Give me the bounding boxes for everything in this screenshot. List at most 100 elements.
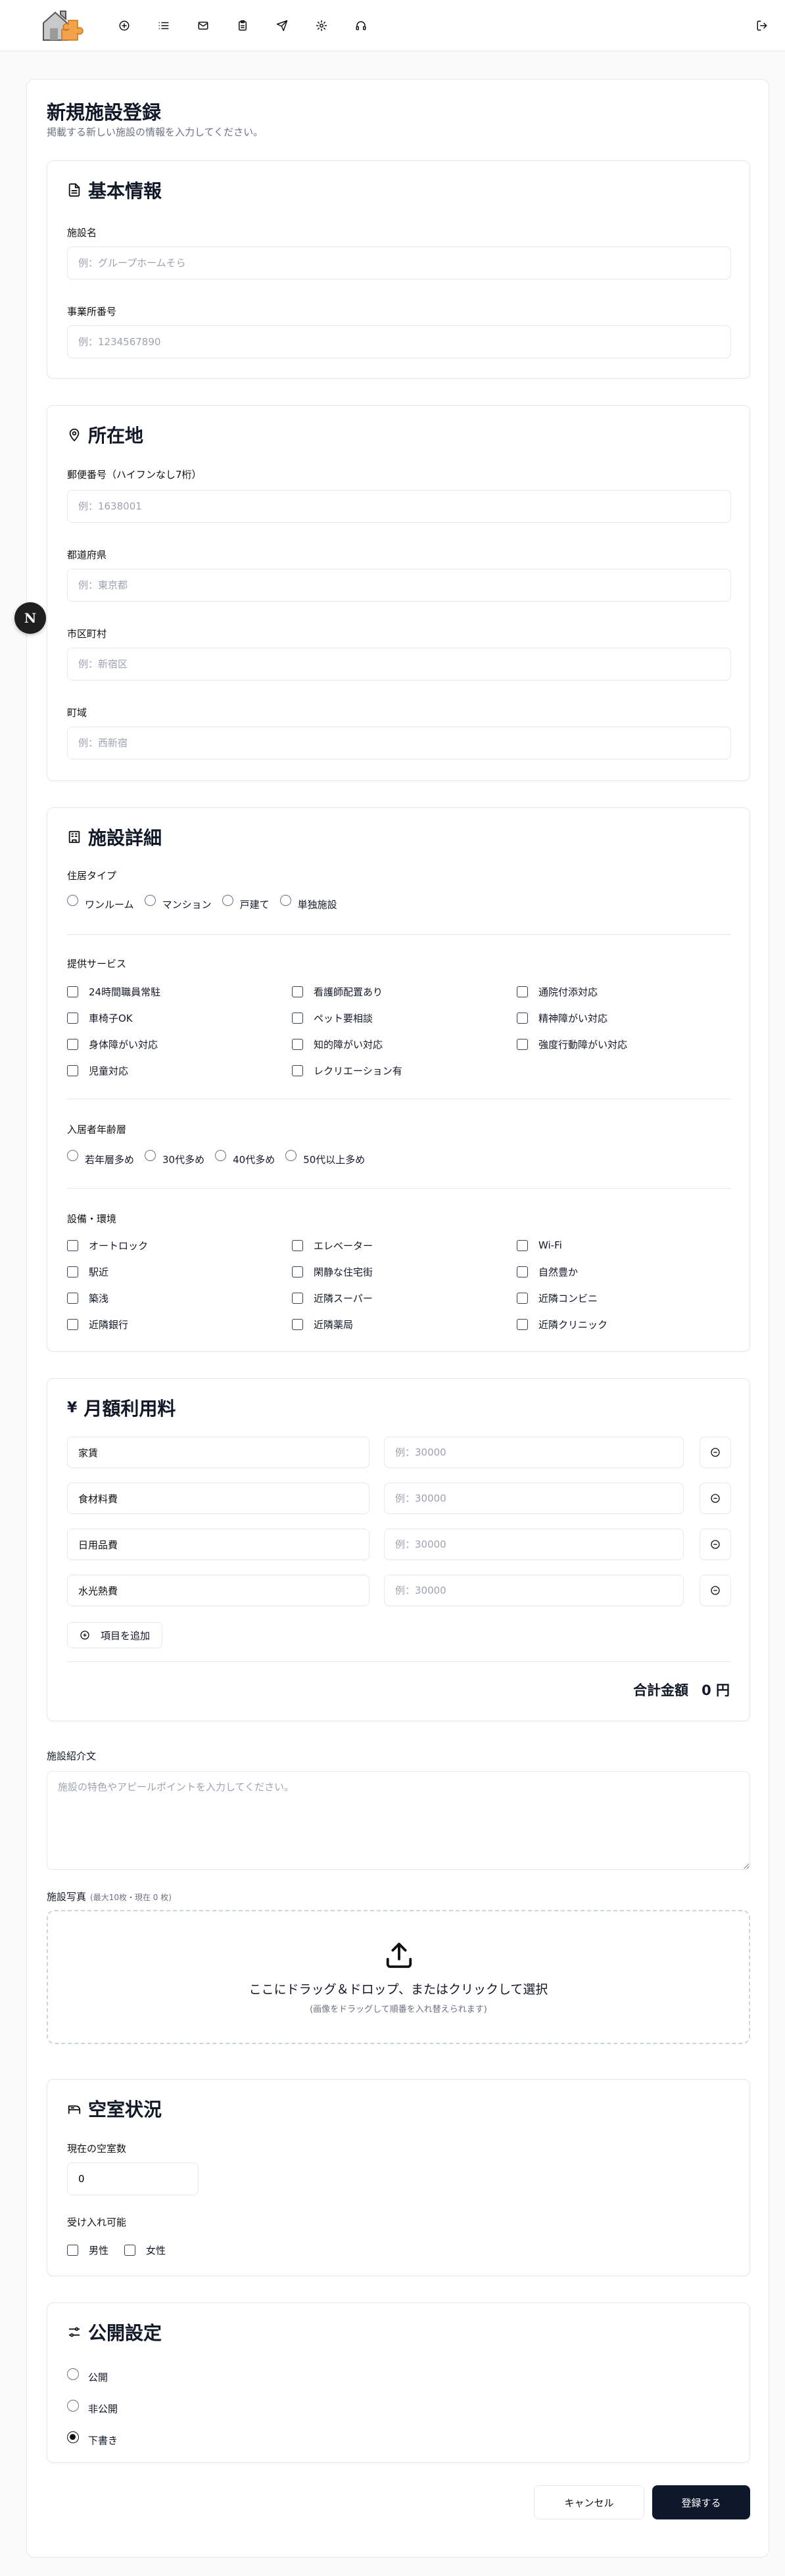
publish-section: 公開設定 公開 非公開 下書き [47, 2302, 750, 2463]
zip-label: 郵便番号（ハイフンなし7桁） [67, 469, 202, 481]
facility-checkbox[interactable]: エレベーター [292, 1239, 517, 1252]
vacancy-title: 空室状況 [67, 2095, 162, 2122]
facility-checkbox[interactable]: 近隣スーパー [292, 1292, 517, 1304]
publish-title: 公開設定 [67, 2319, 162, 2345]
page-description: 掲載する新しい施設の情報を入力してください。 [47, 126, 264, 138]
plus-circle-icon[interactable] [113, 14, 135, 37]
facility-name-input[interactable] [67, 247, 731, 279]
service-checkbox[interactable]: レクリエーション有 [292, 1064, 517, 1077]
service-checkbox[interactable]: 強度行動障がい対応 [517, 1038, 731, 1051]
fee-name-input[interactable] [67, 1575, 369, 1606]
fee-name-input[interactable] [67, 1529, 369, 1560]
fee-amount-input[interactable] [384, 1437, 684, 1468]
housing-option[interactable]: ワンルーム [67, 895, 134, 911]
basic-info-title: 基本情報 [67, 177, 162, 203]
sliders-icon [68, 2327, 80, 2337]
cancel-button[interactable]: キャンセル [534, 2485, 644, 2519]
town-label: 町域 [67, 707, 87, 719]
prefecture-label: 都道府県 [67, 549, 107, 561]
add-fee-button[interactable]: 項目を追加 [67, 1622, 163, 1648]
fee-row [67, 1529, 731, 1560]
facility-checkbox[interactable]: 近隣クリニック [517, 1318, 731, 1331]
vacancy-section: 空室状況 現在の空室数 受け入れ可能 男性 女性 [47, 2079, 750, 2276]
photo-dropzone[interactable]: ここにドラッグ＆ドロップ、またはクリックして選択 (画像をドラッグして順番を入れ… [47, 1910, 750, 2044]
divider [67, 934, 731, 935]
basic-info-section: 基本情報 施設名 事業所番号 [47, 160, 750, 379]
facility-checkbox[interactable]: Wi-Fi [517, 1239, 731, 1251]
housing-option[interactable]: 戸建て [222, 895, 270, 911]
housing-option[interactable]: 単独施設 [279, 895, 337, 911]
fee-row [67, 1437, 731, 1468]
fee-amount-input[interactable] [384, 1529, 684, 1560]
total-amount: 合計金額 0 円 [633, 1682, 730, 1698]
publish-option-private[interactable]: 非公開 [67, 2399, 118, 2416]
services-group: 24時間職員常駐 看護師配置あり 通院付添対応 車椅子OK ペット要相談 精神障… [67, 986, 731, 1077]
mail-icon[interactable] [192, 14, 214, 37]
facility-checkbox[interactable]: オートロック [67, 1239, 292, 1252]
service-checkbox[interactable]: 児童対応 [67, 1064, 292, 1077]
facility-checkbox[interactable]: 駅近 [67, 1266, 292, 1278]
minus-circle-icon [711, 1448, 720, 1457]
vacancy-count-input[interactable] [67, 2162, 199, 2195]
office-number-input[interactable] [67, 325, 731, 358]
prefecture-input[interactable] [67, 569, 731, 602]
remove-fee-button[interactable] [700, 1437, 731, 1468]
service-checkbox[interactable]: 車椅子OK [67, 1012, 292, 1024]
facility-checkbox[interactable]: 築浅 [67, 1292, 292, 1304]
send-icon[interactable] [271, 14, 293, 37]
fee-name-input[interactable] [67, 1483, 369, 1514]
service-checkbox[interactable]: 24時間職員常駐 [67, 986, 292, 998]
nav-icons [113, 14, 372, 37]
age-option[interactable]: 40代多め [215, 1150, 275, 1166]
fee-amount-input[interactable] [384, 1575, 684, 1606]
city-label: 市区町村 [67, 628, 107, 640]
remove-fee-button[interactable] [700, 1575, 731, 1606]
page-title: 新規施設登録 [47, 101, 162, 124]
service-checkbox[interactable]: 身体障がい対応 [67, 1038, 292, 1051]
service-checkbox[interactable]: 精神障がい対応 [517, 1012, 731, 1024]
clipboard-icon[interactable] [231, 14, 254, 37]
fee-name-input[interactable] [67, 1437, 369, 1468]
services-label: 提供サービス [67, 958, 127, 970]
remove-fee-button[interactable] [700, 1529, 731, 1560]
gender-male-checkbox[interactable]: 男性 [67, 2244, 108, 2256]
age-option[interactable]: 30代多め [145, 1150, 204, 1166]
remove-fee-button[interactable] [700, 1483, 731, 1514]
publish-option-draft[interactable]: 下書き [67, 2431, 118, 2447]
facility-checkbox[interactable]: 閑静な住宅街 [292, 1266, 517, 1278]
map-pin-icon [69, 428, 80, 442]
zip-input[interactable] [67, 490, 731, 523]
logout-icon[interactable] [751, 14, 773, 37]
facility-checkbox[interactable]: 自然豊か [517, 1266, 731, 1278]
service-checkbox[interactable]: 通院付添対応 [517, 986, 731, 998]
gear-icon[interactable] [310, 14, 333, 37]
headset-icon[interactable] [350, 14, 372, 37]
submit-button[interactable]: 登録する [652, 2485, 750, 2519]
facility-checkbox[interactable]: 近隣銀行 [67, 1318, 292, 1331]
fee-amount-input[interactable] [384, 1483, 684, 1514]
photos-label: 施設写真 (最大10枚・現在 0 枚) [47, 1891, 172, 1903]
plus-circle-icon [80, 1631, 89, 1640]
details-title: 施設詳細 [67, 824, 162, 850]
age-option[interactable]: 若年層多め [67, 1150, 134, 1166]
service-checkbox[interactable]: 看護師配置あり [292, 986, 517, 998]
publish-option-public[interactable]: 公開 [67, 2368, 108, 2384]
location-section: 所在地 郵便番号（ハイフンなし7桁） 都道府県 市区町村 町域 [47, 405, 750, 781]
location-title: 所在地 [67, 421, 143, 448]
service-checkbox[interactable]: 知的障がい対応 [292, 1038, 517, 1051]
service-checkbox[interactable]: ペット要相談 [292, 1012, 517, 1024]
facility-checkbox[interactable]: 近隣薬局 [292, 1318, 517, 1331]
fees-section: ¥ 月額利用料 項目を追加 合計金額 0 円 [47, 1378, 750, 1721]
intro-label: 施設紹介文 [47, 1750, 97, 1762]
list-icon[interactable] [153, 14, 175, 37]
town-input[interactable] [67, 727, 731, 759]
housing-option[interactable]: マンション [144, 895, 212, 911]
city-input[interactable] [67, 648, 731, 680]
intro-textarea[interactable] [47, 1771, 750, 1870]
facility-checkbox[interactable]: 近隣コンビニ [517, 1292, 731, 1304]
facilities-group: オートロック エレベーター Wi-Fi 駅近 閑静な住宅街 自然豊か 築浅 近隣… [67, 1239, 731, 1331]
next-dev-button[interactable]: N [14, 602, 46, 634]
age-option[interactable]: 50代以上多め [285, 1150, 365, 1166]
gender-female-checkbox[interactable]: 女性 [124, 2244, 166, 2256]
logo-icon[interactable] [39, 7, 85, 44]
